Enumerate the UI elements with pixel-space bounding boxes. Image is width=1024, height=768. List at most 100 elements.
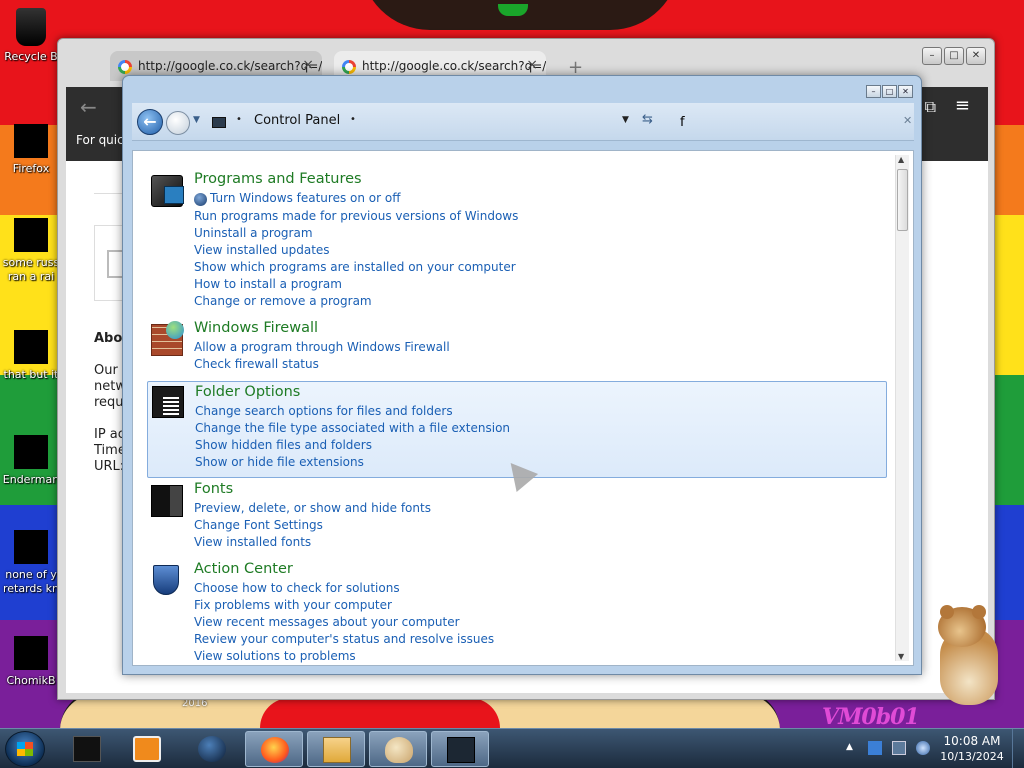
tray-app-icon[interactable] bbox=[868, 741, 882, 755]
recent-pages-chevron-icon[interactable]: ▼ bbox=[193, 115, 200, 125]
browser-tab-title: http://google.co.ck/search?q=/ bbox=[138, 59, 322, 73]
task-link[interactable]: Turn Windows features on or off bbox=[210, 191, 401, 205]
task-link[interactable]: Check firewall status bbox=[194, 357, 319, 371]
firefox-icon bbox=[14, 124, 48, 158]
breadcrumb[interactable]: Control Panel bbox=[254, 113, 340, 128]
task-link[interactable]: Change Font Settings bbox=[194, 518, 323, 532]
paint-palette-icon bbox=[385, 737, 413, 763]
taskbar: ▲ 10:08 AM 10/13/2024 bbox=[0, 728, 1024, 768]
task-link[interactable]: View solutions to problems bbox=[194, 649, 356, 663]
page-text-line: requ bbox=[94, 395, 124, 410]
desktop-icon-firefox[interactable]: Firefox bbox=[0, 124, 62, 176]
group-title[interactable]: Programs and Features bbox=[194, 171, 362, 187]
google-favicon-icon bbox=[118, 60, 132, 74]
scroll-up-icon[interactable]: ▲ bbox=[898, 155, 904, 164]
close-tab-icon[interactable]: × bbox=[526, 57, 538, 73]
clock-date[interactable]: 10/13/2024 bbox=[934, 750, 1010, 763]
show-hidden-icons-chevron-icon[interactable]: ▲ bbox=[846, 742, 853, 752]
hamster-gadget[interactable] bbox=[930, 605, 1008, 705]
back-button[interactable]: ← bbox=[137, 109, 163, 135]
group-title[interactable]: Windows Firewall bbox=[194, 320, 318, 336]
close-button[interactable]: ✕ bbox=[966, 47, 986, 65]
task-link[interactable]: View recent messages about your computer bbox=[194, 615, 460, 629]
cp-address-bar: ← ▼ • Control Panel • ▼ ⇆ ✕ bbox=[132, 103, 914, 141]
computer-icon bbox=[73, 736, 101, 762]
group-title[interactable]: Folder Options bbox=[195, 384, 300, 400]
taskbar-item-globe[interactable] bbox=[183, 731, 241, 767]
control-panel-icon bbox=[447, 737, 475, 763]
enderman-icon bbox=[14, 435, 48, 469]
task-link[interactable]: Change search options for files and fold… bbox=[195, 404, 453, 418]
desktop-icon-enderman[interactable]: Enderman bbox=[0, 435, 62, 487]
desktop-icon-document[interactable]: some russ ran a rai bbox=[0, 218, 62, 284]
taskbar-item-calculator[interactable] bbox=[307, 731, 365, 767]
minimize-button[interactable]: – bbox=[922, 47, 942, 65]
cp-close-button[interactable]: ✕ bbox=[898, 85, 913, 98]
cp-minimize-button[interactable]: – bbox=[866, 85, 881, 98]
uac-shield-icon bbox=[194, 193, 207, 206]
extensions-icon[interactable]: ⧉ bbox=[925, 97, 936, 117]
close-tab-icon[interactable]: × bbox=[302, 57, 314, 73]
group-title[interactable]: Action Center bbox=[194, 561, 293, 577]
clear-search-icon[interactable]: ✕ bbox=[903, 114, 912, 127]
vertical-scrollbar[interactable]: ▲ ▼ bbox=[895, 155, 909, 661]
folder-options-icon bbox=[152, 386, 184, 418]
scrollbar-thumb[interactable] bbox=[897, 169, 908, 231]
task-link[interactable]: Show hidden files and folders bbox=[195, 438, 372, 452]
task-link[interactable]: Show or hide file extensions bbox=[195, 455, 364, 469]
task-link[interactable]: Run programs made for previous versions … bbox=[194, 209, 518, 223]
group-title[interactable]: Fonts bbox=[194, 481, 233, 497]
task-link[interactable]: Preview, delete, or show and hide fonts bbox=[194, 501, 431, 515]
programs-and-features-icon bbox=[151, 175, 184, 207]
start-button[interactable] bbox=[5, 731, 45, 767]
forward-button[interactable] bbox=[166, 111, 190, 135]
network-icon[interactable] bbox=[892, 741, 906, 755]
taskbar-item-paint[interactable] bbox=[369, 731, 427, 767]
task-link[interactable]: Show which programs are installed on you… bbox=[194, 260, 516, 274]
clock-time[interactable]: 10:08 AM bbox=[934, 734, 1010, 748]
page-text-line: URL: bbox=[94, 459, 125, 474]
task-link[interactable]: Fix problems with your computer bbox=[194, 598, 392, 612]
refresh-icon[interactable]: ⇆ bbox=[642, 112, 653, 127]
breadcrumb-separator-icon[interactable]: • bbox=[350, 114, 356, 125]
task-link[interactable]: View installed fonts bbox=[194, 535, 311, 549]
maximize-button[interactable]: □ bbox=[944, 47, 964, 65]
task-link[interactable]: Allow a program through Windows Firewall bbox=[194, 340, 450, 354]
desktop-icon-label: Recycle B bbox=[4, 50, 58, 63]
document-icon bbox=[14, 218, 48, 252]
desktop-icon-label: ChomikB bbox=[6, 674, 56, 687]
firefox-icon bbox=[261, 737, 289, 763]
browser-window-controls: – □ ✕ bbox=[922, 47, 986, 65]
chomikb-icon bbox=[14, 636, 48, 670]
scroll-down-icon[interactable]: ▼ bbox=[898, 652, 904, 661]
show-desktop-button[interactable] bbox=[1012, 729, 1024, 768]
taskbar-item-computer[interactable] bbox=[58, 731, 116, 767]
search-input[interactable] bbox=[672, 110, 912, 134]
desktop-icon-label: that but it bbox=[3, 368, 59, 381]
taskbar-item-media-player[interactable] bbox=[118, 731, 176, 767]
task-link[interactable]: Review your computer's status and resolv… bbox=[194, 632, 494, 646]
task-link[interactable]: View installed updates bbox=[194, 243, 330, 257]
address-dropdown-icon[interactable]: ▼ bbox=[622, 115, 629, 125]
breadcrumb-separator-icon[interactable]: • bbox=[236, 114, 242, 125]
task-link[interactable]: How to install a program bbox=[194, 277, 342, 291]
hamster-ear bbox=[972, 605, 986, 619]
desktop-icon-chomikb[interactable]: ChomikB bbox=[0, 636, 62, 688]
taskbar-item-firefox[interactable] bbox=[245, 731, 303, 767]
desktop-icon-file[interactable]: none of y retards kn bbox=[0, 530, 62, 596]
recycle-bin-icon bbox=[16, 8, 46, 46]
task-link[interactable]: Uninstall a program bbox=[194, 226, 313, 240]
desktop-icon-shortcut[interactable]: that but it bbox=[0, 330, 62, 382]
hamburger-menu-icon[interactable]: ≡ bbox=[955, 95, 970, 116]
back-arrow-icon[interactable]: ← bbox=[80, 95, 97, 119]
cp-maximize-button[interactable]: □ bbox=[882, 85, 897, 98]
desktop-icon-recycle-bin[interactable]: Recycle B bbox=[0, 8, 62, 64]
cp-window-controls: – □ ✕ bbox=[866, 85, 913, 98]
result-group-firewall: Windows Firewall Allow a program through… bbox=[147, 320, 887, 371]
task-link[interactable]: Choose how to check for solutions bbox=[194, 581, 400, 595]
taskbar-item-control-panel[interactable] bbox=[431, 731, 489, 767]
volume-icon[interactable] bbox=[916, 741, 930, 755]
task-link[interactable]: Change the file type associated with a f… bbox=[195, 421, 510, 435]
windows-logo-icon bbox=[17, 742, 33, 756]
task-link[interactable]: Change or remove a program bbox=[194, 294, 372, 308]
